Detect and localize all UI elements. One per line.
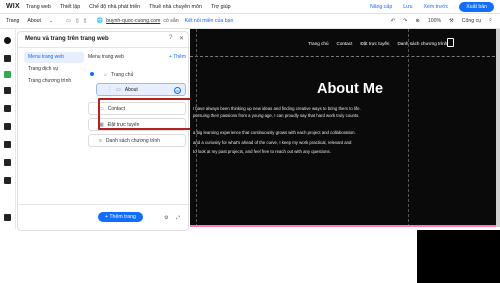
pages-panel: Menu và trang trên trang web ? ✕ Menu tr… xyxy=(17,31,205,231)
home-indicator-icon xyxy=(90,72,94,76)
nav-program-pages[interactable]: Trang chương trình xyxy=(24,76,84,87)
search-icon[interactable]: ⌕ xyxy=(489,17,492,24)
menu-item-programs[interactable]: ≡ Danh sách chương trình xyxy=(88,134,186,147)
menu-dev-mode[interactable]: Chế độ nhà phát triển xyxy=(89,4,140,10)
menu-header: Menu trang web + Thêm xyxy=(88,52,186,63)
add-page-button[interactable]: + Thêm trang xyxy=(98,212,143,222)
workspace-bg xyxy=(0,231,417,283)
add-page-label: Thêm trang xyxy=(109,214,136,220)
left-rail xyxy=(0,29,16,229)
zoom-icon[interactable]: ⊕ xyxy=(415,18,419,24)
close-icon[interactable]: ✕ xyxy=(179,35,184,42)
design-icon[interactable] xyxy=(4,87,11,94)
save-button[interactable]: Lưu xyxy=(403,4,412,10)
portfolio-icon[interactable] xyxy=(4,177,11,184)
expand-icon[interactable]: ⤢ xyxy=(176,215,180,221)
site-url: 🌐 buynh-quoc-cuong.com có sẵn Kết nối mi… xyxy=(97,18,234,24)
site-nav-home[interactable]: Trang chủ xyxy=(308,41,329,46)
grid-guide xyxy=(408,29,409,227)
divider xyxy=(18,47,190,48)
tools-icon[interactable]: ⚒ xyxy=(449,18,454,24)
scrollbar[interactable] xyxy=(496,29,500,227)
hero-title[interactable]: About Me xyxy=(220,81,480,97)
preview-button[interactable]: Xem trước xyxy=(423,4,448,10)
tablet-icon[interactable]: ▯ xyxy=(76,18,79,24)
business-icon[interactable] xyxy=(4,123,11,130)
panel-title: Menu và trang trên trang web xyxy=(25,36,109,42)
highlight-box xyxy=(98,98,205,130)
top-actions: Nâng cấp Lưu Xem trước Xuất bản xyxy=(370,2,494,12)
url-suffix: có sẵn xyxy=(163,18,179,24)
apps-icon[interactable] xyxy=(4,105,11,112)
home-icon: ⌂ xyxy=(104,71,108,78)
main-menu: Trang web Thiết lập Chế độ nhà phát triể… xyxy=(26,4,231,10)
sections-icon[interactable] xyxy=(4,55,11,62)
toolbar-right: ↶ ↷ ⊕ 100% ⚒ Công cụ ⌕ xyxy=(391,17,492,24)
menu-item-home[interactable]: ⌂ Trang chủ xyxy=(88,68,186,81)
publish-button[interactable]: Xuất bản xyxy=(459,2,494,12)
upgrade-link[interactable]: Nâng cấp xyxy=(370,4,392,10)
menu-hire[interactable]: Thuê nhà chuyên môn xyxy=(149,4,202,10)
zoom-level[interactable]: 100% xyxy=(428,18,441,24)
url-text[interactable]: buynh-quoc-cuong.com xyxy=(106,18,160,24)
cms-icon[interactable] xyxy=(4,159,11,166)
site-nav-programs[interactable]: Danh sách chương trình xyxy=(397,41,447,46)
drag-handle-icon[interactable]: ⋮ xyxy=(107,87,112,93)
nav-service-pages[interactable]: Trang dịch vụ xyxy=(24,64,84,75)
grid-guide xyxy=(196,29,197,227)
page-icon: ▭ xyxy=(116,86,121,93)
page-label: Trang xyxy=(6,18,20,24)
wix-logo[interactable]: WIX xyxy=(0,3,26,10)
add-elements-icon[interactable] xyxy=(4,37,11,44)
paragraph-line: and a curiosity for what's ahead of the … xyxy=(193,140,352,145)
top-bar: WIX Trang web Thiết lập Chế độ nhà phát … xyxy=(0,0,500,14)
menu-header-title: Menu trang web xyxy=(88,54,124,60)
nav-site-menu[interactable]: Menu trang web xyxy=(24,52,84,63)
menu-help[interactable]: Trợ giúp xyxy=(211,4,231,10)
undo-icon[interactable]: ↶ xyxy=(391,18,395,24)
list-icon: ≡ xyxy=(99,137,102,144)
connect-domain-link[interactable]: Kết nối miền của bạn xyxy=(185,18,234,24)
layers-icon[interactable] xyxy=(4,214,11,221)
site-canvas[interactable]: Trang chủ Contact Đặt trực tuyến Danh sá… xyxy=(190,29,500,227)
black-overlay xyxy=(417,230,500,283)
desktop-icon[interactable]: ▭ xyxy=(66,18,71,24)
redo-icon[interactable]: ↷ xyxy=(403,18,407,24)
menu-items-column: Menu trang web + Thêm ⌂ Trang chủ ⋮ ▭ Ab… xyxy=(88,52,186,147)
editor-toolbar: Trang About ⌄ ▭ ▯ ▯ 🌐 buynh-quoc-cuong.c… xyxy=(0,14,500,29)
paragraph-line: pursuing their passions from a young age… xyxy=(193,113,360,118)
site-nav: Trang chủ Contact Đặt trực tuyến Danh sá… xyxy=(308,41,447,46)
menu-item-label: Danh sách chương trình xyxy=(105,137,161,144)
more-options-icon[interactable]: ••• xyxy=(174,87,181,94)
add-item-button[interactable]: + Thêm xyxy=(169,52,186,63)
divider xyxy=(18,204,190,205)
menu-site[interactable]: Trang web xyxy=(26,4,51,10)
help-icon[interactable]: ? xyxy=(169,35,172,41)
header-guide xyxy=(190,56,500,57)
canvas-edge xyxy=(190,225,500,227)
device-switcher: ▭ ▯ ▯ xyxy=(60,18,87,24)
cart-icon[interactable] xyxy=(447,38,454,47)
page-selector[interactable]: Trang About ⌄ xyxy=(0,18,60,24)
chevron-down-icon: ⌄ xyxy=(48,18,54,24)
tools-label[interactable]: Công cụ xyxy=(462,18,481,24)
menu-item-label: Trang chủ xyxy=(111,71,134,78)
menu-item-about[interactable]: ⋮ ▭ About ••• xyxy=(96,83,186,96)
pages-icon[interactable] xyxy=(4,71,11,78)
settings-icon[interactable]: ⚙ xyxy=(164,215,168,221)
page-value: About xyxy=(27,18,41,24)
mobile-icon[interactable]: ▯ xyxy=(84,18,87,24)
site-nav-contact[interactable]: Contact xyxy=(337,41,353,46)
panel-nav: Menu trang web Trang dịch vụ Trang chươn… xyxy=(24,52,84,88)
menu-settings[interactable]: Thiết lập xyxy=(60,4,80,10)
paragraph-line: a big learning experience that continuou… xyxy=(193,130,356,135)
menu-item-label: About xyxy=(124,86,138,93)
media-icon[interactable] xyxy=(4,141,11,148)
globe-icon: 🌐 xyxy=(96,18,104,24)
paragraph-line: to look at my past projects, and feel fr… xyxy=(193,149,331,154)
add-item-label: Thêm xyxy=(173,54,186,60)
site-nav-booking[interactable]: Đặt trực tuyến xyxy=(360,41,389,46)
paragraph-line: I have always been thinking up new ideas… xyxy=(193,106,361,111)
